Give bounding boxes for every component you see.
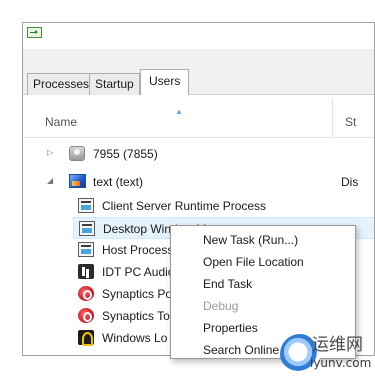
user-status: Dis bbox=[341, 175, 359, 189]
tab-strip: Processes Startup Users bbox=[23, 49, 374, 96]
column-name-header[interactable]: Name bbox=[45, 115, 77, 129]
user-row-7955[interactable]: ▷ 7955 (7855) bbox=[23, 143, 374, 165]
task-manager-app-icon bbox=[27, 27, 42, 38]
menu-item-label: New Task (Run...) bbox=[203, 233, 299, 247]
process-name: Host Process bbox=[102, 243, 174, 257]
column-divider[interactable] bbox=[332, 99, 333, 137]
sort-ascending-icon[interactable]: ▲ bbox=[175, 107, 183, 116]
menu-item-label: Open File Location bbox=[203, 255, 304, 269]
menu-item-label: Properties bbox=[203, 321, 258, 335]
menu-item-label: Debug bbox=[203, 299, 239, 313]
title-bar bbox=[23, 23, 374, 49]
column-header: ▲ Name St bbox=[23, 95, 374, 137]
process-name: IDT PC Audio bbox=[102, 265, 175, 279]
user-name: text (text) bbox=[93, 175, 144, 189]
expand-chevron-icon[interactable]: ▷ bbox=[47, 148, 53, 157]
process-name: Synaptics Po bbox=[102, 287, 173, 301]
user-name: 7955 (7855) bbox=[93, 147, 158, 161]
window-icon bbox=[78, 242, 94, 257]
tab-startup[interactable]: Startup bbox=[89, 73, 140, 95]
logon-icon bbox=[78, 330, 94, 346]
menu-item-end-task[interactable]: End Task bbox=[171, 273, 355, 295]
header-divider bbox=[23, 137, 374, 138]
synaptics-icon bbox=[78, 286, 94, 301]
process-name: Synaptics To bbox=[102, 309, 170, 323]
process-name: Windows Lo bbox=[102, 331, 168, 345]
watermark-title: 运维网 bbox=[312, 335, 363, 355]
menu-item-debug: Debug bbox=[171, 295, 355, 317]
audio-icon bbox=[78, 264, 94, 279]
tab-processes[interactable]: Processes bbox=[27, 73, 96, 95]
menu-item-open-file-location[interactable]: Open File Location bbox=[171, 251, 355, 273]
window-icon bbox=[79, 221, 95, 236]
user-row-text[interactable]: ◢ text (text) Dis bbox=[23, 171, 374, 193]
window-icon bbox=[78, 198, 94, 213]
process-name: Client Server Runtime Process bbox=[102, 199, 267, 213]
synaptics-icon bbox=[78, 308, 94, 323]
menu-item-new-task[interactable]: New Task (Run...) bbox=[171, 229, 355, 251]
desktop-icon bbox=[69, 174, 86, 188]
user-icon bbox=[69, 146, 85, 161]
collapse-chevron-icon[interactable]: ◢ bbox=[47, 176, 53, 185]
process-row[interactable]: Client Server Runtime Process bbox=[73, 195, 374, 217]
watermark: 运维网 iyunv.com bbox=[280, 326, 375, 378]
watermark-url: iyunv.com bbox=[310, 356, 372, 370]
column-status-header[interactable]: St bbox=[345, 115, 356, 129]
tab-users[interactable]: Users bbox=[140, 69, 190, 96]
menu-item-label: Search Online bbox=[203, 343, 280, 357]
menu-item-label: End Task bbox=[203, 277, 253, 291]
